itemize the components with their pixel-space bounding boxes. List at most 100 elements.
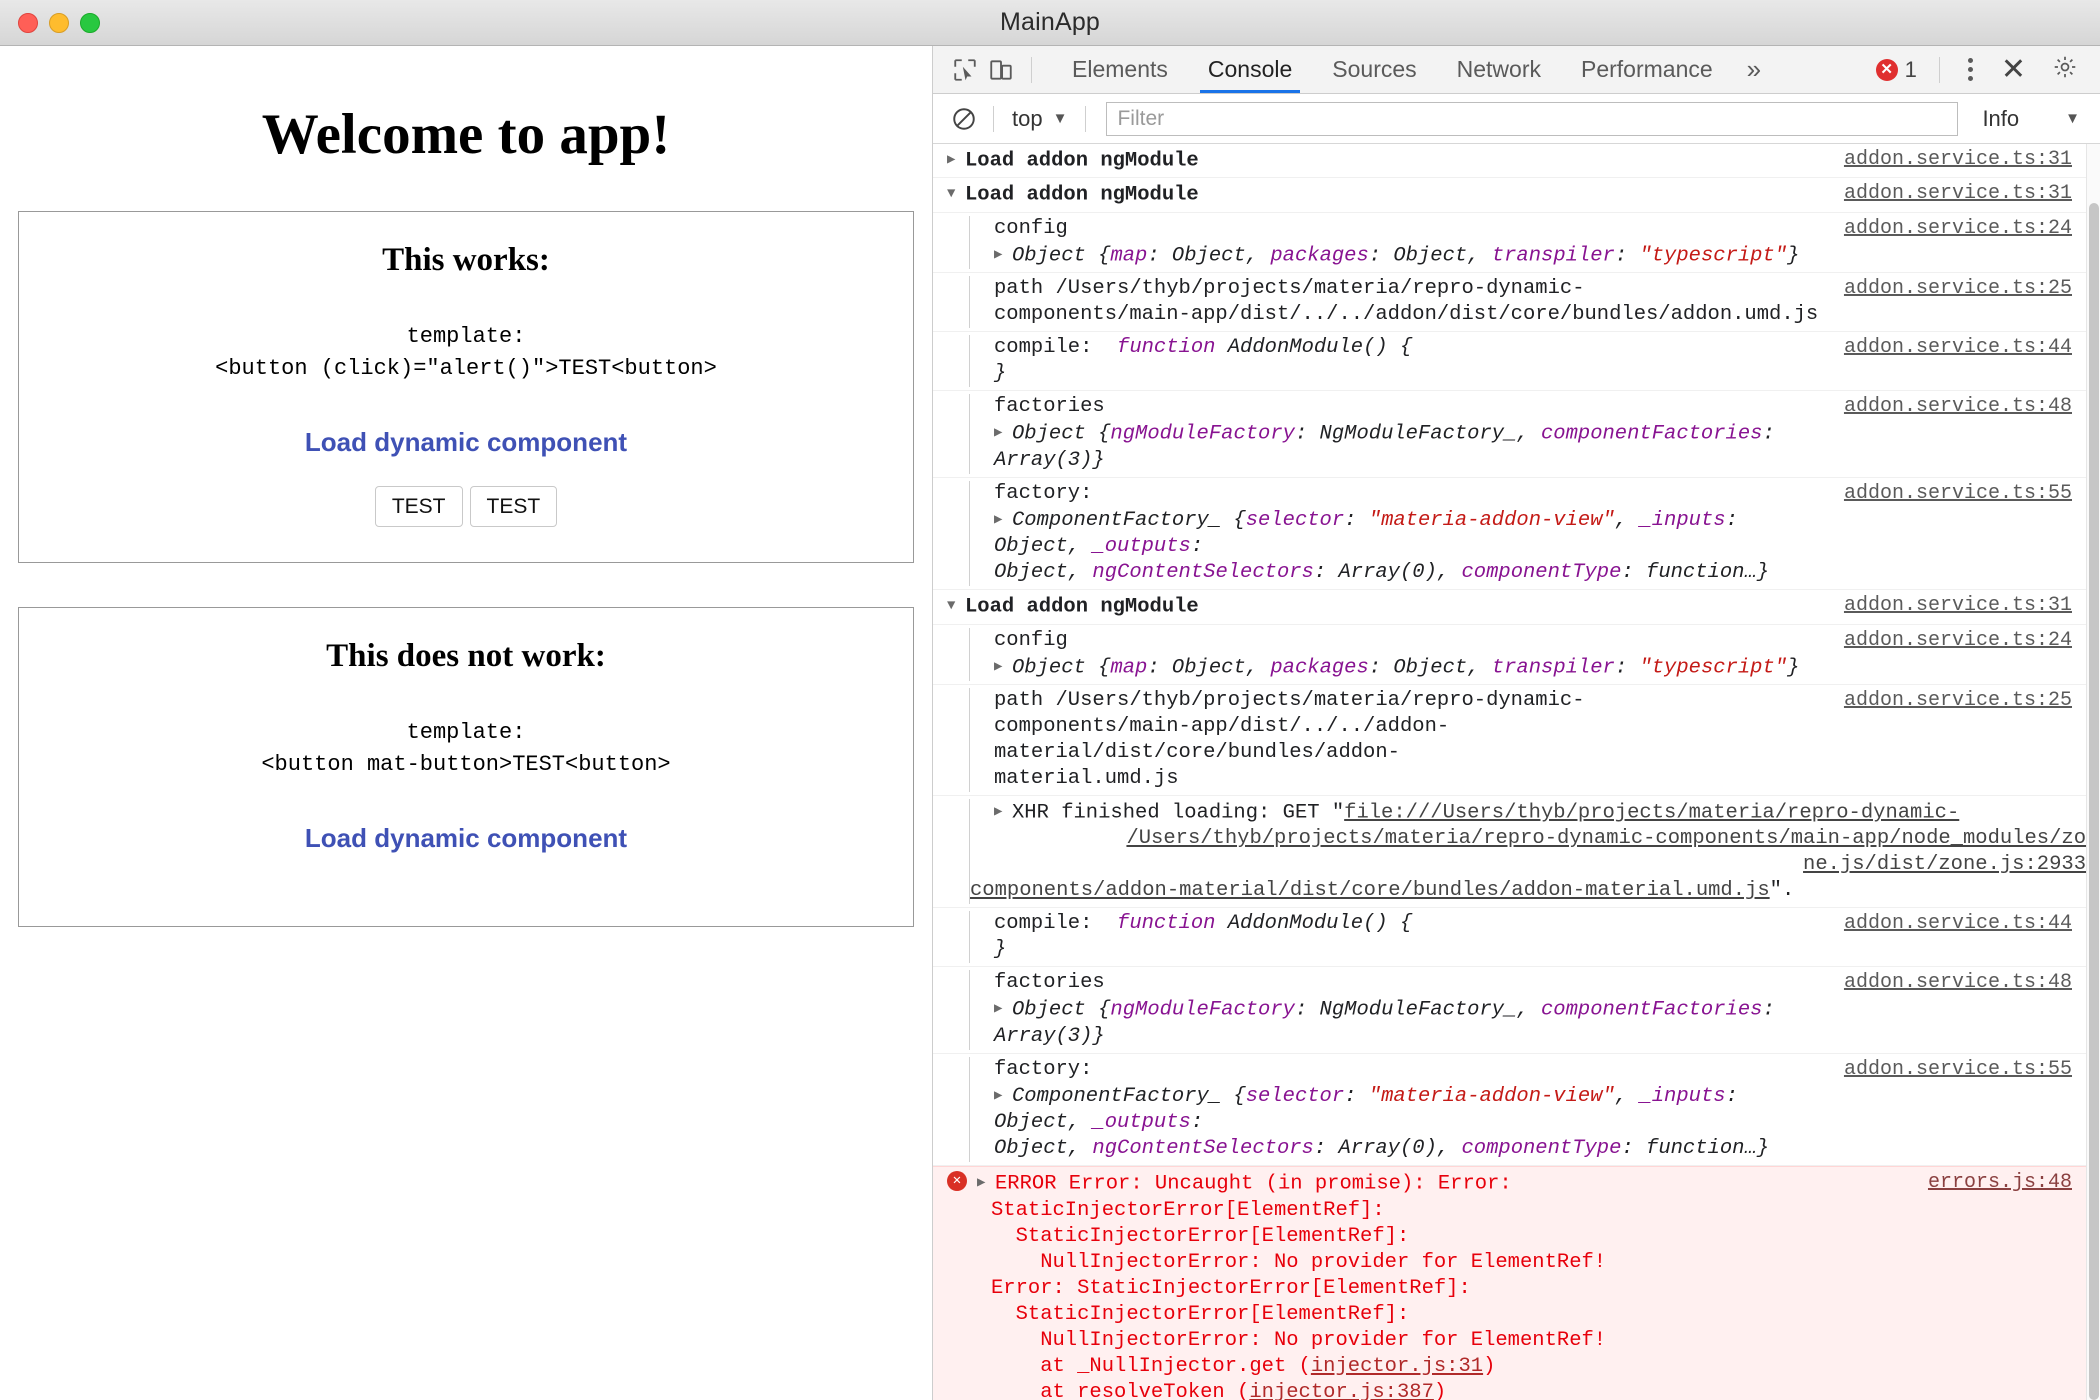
object-key: componentType [1461, 561, 1622, 585]
source-link[interactable]: addon.service.ts:48 [1844, 394, 2072, 420]
message-label: factory: [994, 1057, 1093, 1081]
source-link[interactable]: addon.service.ts:31 [1844, 181, 2072, 207]
stack-overlay-row: /Users/thyb/projects/materia/repro-dynam… [994, 826, 2086, 852]
object-key: selector [1245, 1085, 1345, 1109]
string-value: "typescript" [1639, 244, 1788, 268]
message-body: ▶ Load addon ngModule addon.service.ts:31 [933, 147, 2100, 174]
source-link[interactable]: addon.service.ts:48 [1844, 970, 2072, 996]
inspect-element-icon[interactable] [947, 52, 983, 88]
disclosure-triangle-collapsed-icon[interactable]: ▶ [977, 1170, 993, 1196]
panel-this-does-not-work: This does not work: template: <button ma… [18, 607, 914, 927]
object-preview-row: ▶ Object {ngModuleFactory: NgModuleFactor… [994, 420, 2086, 473]
source-link[interactable]: addon.service.ts:24 [1844, 628, 2072, 654]
group-indent: factory: addon.service.ts:55 ▶ ComponentFac… [969, 1056, 2086, 1163]
source-link[interactable]: addon.service.ts:25 [1844, 688, 2072, 714]
group-indent: factories addon.service.ts:48 ▶ Object {ngM… [969, 970, 2086, 1050]
string-value: "typescript" [1639, 655, 1788, 679]
object-key: transpiler [1491, 244, 1615, 268]
group-indent: path /Users/thyb/projects/materia/repro-… [969, 276, 2086, 329]
source-link[interactable]: addon.service.ts:25 [1844, 276, 2072, 302]
disclosure-triangle-collapsed-icon[interactable]: ▶ [947, 147, 963, 173]
request-url-link-2[interactable]: components/addon-material/dist/core/bund… [970, 879, 1770, 902]
object-preview: ComponentFactory_ {selector: "materia-ad… [994, 509, 1770, 585]
stack-frame-link[interactable]: injector.js:387 [1249, 1381, 1434, 1400]
object-key: selector [1245, 509, 1345, 533]
message-suffix: ". [1769, 879, 1795, 903]
message-row: compile: function AddonModule() {addon.s… [994, 911, 2086, 937]
load-dynamic-component-link-1[interactable]: Load dynamic component [29, 427, 903, 458]
tab-console[interactable]: Console [1188, 46, 1312, 93]
object-preview: Object {ngModuleFactory: NgModuleFactory… [994, 422, 1775, 472]
console-function-message: compile: function AddonModule() {addon.s… [933, 332, 2100, 392]
source-link[interactable]: addon.service.ts:24 [1844, 216, 2072, 242]
gear-icon[interactable] [2042, 54, 2088, 85]
string-value: "materia-addon-view" [1368, 509, 1615, 533]
disclosure-triangle-expanded-icon[interactable]: ▼ [947, 593, 963, 619]
source-link[interactable]: errors.js:48 [1928, 1170, 2072, 1196]
disclosure-triangle-collapsed-icon[interactable]: ▶ [994, 996, 1010, 1022]
template-label: template: [406, 324, 526, 349]
tab-elements[interactable]: Elements [1052, 46, 1188, 93]
message-row: config addon.service.ts:24 [994, 628, 2086, 654]
disclosure-triangle-collapsed-icon[interactable]: ▶ [994, 242, 1010, 268]
filterbar-divider [993, 105, 994, 132]
source-link[interactable]: addon.service.ts:44 [1844, 911, 2072, 937]
error-count-label: 1 [1904, 56, 1917, 82]
source-link[interactable]: addon.service.ts:44 [1844, 335, 2072, 361]
more-tabs-icon[interactable]: » [1733, 54, 1775, 85]
execution-context-dropdown[interactable]: top ▼ [1006, 106, 1073, 132]
message-row: path /Users/thyb/projects/materia/repro-… [994, 688, 2086, 792]
error-count-badge[interactable]: ✕ 1 [1870, 57, 1923, 83]
function-signature: AddonModule() { [1215, 336, 1413, 360]
stack-frame-link[interactable]: injector.js:31 [1311, 1355, 1483, 1378]
disclosure-triangle-collapsed-icon[interactable]: ▶ [994, 420, 1010, 446]
zone-source-link-2[interactable]: ne.js/dist/zone.js:2933 [1803, 853, 2086, 876]
test-button-1[interactable]: TEST [374, 485, 463, 528]
object-key: componentType [1461, 1137, 1622, 1161]
zone-source-link[interactable]: /Users/thyb/projects/materia/repro-dynam… [1126, 827, 2086, 850]
object-preview: Object {map: Object, packages: Object, t… [1012, 244, 1800, 268]
source-link[interactable]: addon.service.ts:55 [1844, 481, 2072, 507]
source-link[interactable]: addon.service.ts:55 [1844, 1057, 2072, 1083]
object-preview: ComponentFactory_ {selector: "materia-ad… [994, 1085, 1770, 1161]
page-title: Welcome to app! [261, 103, 671, 166]
disclosure-triangle-collapsed-icon[interactable]: ▶ [994, 654, 1010, 680]
message-row: compile: function AddonModule() {addon.s… [994, 335, 2086, 361]
console-nested-object-message: factories addon.service.ts:48 ▶ Object {ngM… [933, 967, 2100, 1054]
error-detail: StaticInjectorError[ElementRef]: StaticI… [947, 1198, 2086, 1400]
disclosure-triangle-collapsed-icon[interactable]: ▶ [994, 507, 1010, 533]
console-scrollbar-thumb[interactable] [2089, 203, 2099, 1400]
message-text: XHR finished loading: GET " [1012, 801, 1345, 825]
disclosure-triangle-expanded-icon[interactable]: ▼ [947, 181, 963, 207]
disclosure-triangle-collapsed-icon[interactable]: ▶ [994, 1083, 1010, 1109]
panel-title: This does not work: [326, 638, 606, 674]
tab-performance[interactable]: Performance [1561, 46, 1733, 93]
disclosure-triangle-collapsed-icon[interactable]: ▶ [994, 799, 1010, 825]
tab-sources[interactable]: Sources [1312, 46, 1436, 93]
group-indent: compile: function AddonModule() {addon.s… [969, 335, 2086, 388]
load-dynamic-component-link-2[interactable]: Load dynamic component [29, 823, 903, 854]
function-body: } [994, 938, 1007, 962]
tab-network[interactable]: Network [1437, 46, 1561, 93]
console-output[interactable]: ▶ Load addon ngModule addon.service.ts:31 ▼… [933, 144, 2100, 1400]
source-link[interactable]: addon.service.ts:31 [1844, 593, 2072, 619]
template-snippet: template: <button mat-button>TEST<button… [29, 717, 903, 781]
execution-context-value: top [1012, 105, 1043, 131]
more-options-icon[interactable] [1956, 58, 1985, 81]
request-url-link[interactable]: file:///Users/thyb/projects/materia/repr… [1344, 801, 1959, 824]
clear-console-icon[interactable] [947, 102, 981, 136]
devtools-panel: Elements Console Sources Network Perform… [932, 46, 2100, 1400]
template-label: template: [406, 720, 526, 745]
object-preview-row: ▶ ComponentFactory_ {selector: "materia-a… [994, 507, 2086, 586]
test-button-2[interactable]: TEST [469, 485, 558, 528]
console-nested-object-message: config addon.service.ts:24 ▶ Object {map: O… [933, 213, 2100, 274]
console-scrollbar[interactable] [2086, 144, 2100, 1400]
filter-input[interactable] [1106, 101, 1959, 136]
close-devtools-icon[interactable]: ✕ [1989, 54, 2038, 85]
source-link[interactable]: addon.service.ts:31 [1844, 147, 2072, 173]
object-key: ngContentSelectors [1092, 1137, 1314, 1161]
log-level-dropdown[interactable]: Info ▼ [1966, 106, 2090, 132]
stack-overlay-row-2: ne.js/dist/zone.js:2933 [994, 852, 2086, 878]
console-factory-message: factory: addon.service.ts:55 ▶ ComponentFac… [933, 1054, 2100, 1167]
device-toolbar-icon[interactable] [983, 52, 1019, 88]
